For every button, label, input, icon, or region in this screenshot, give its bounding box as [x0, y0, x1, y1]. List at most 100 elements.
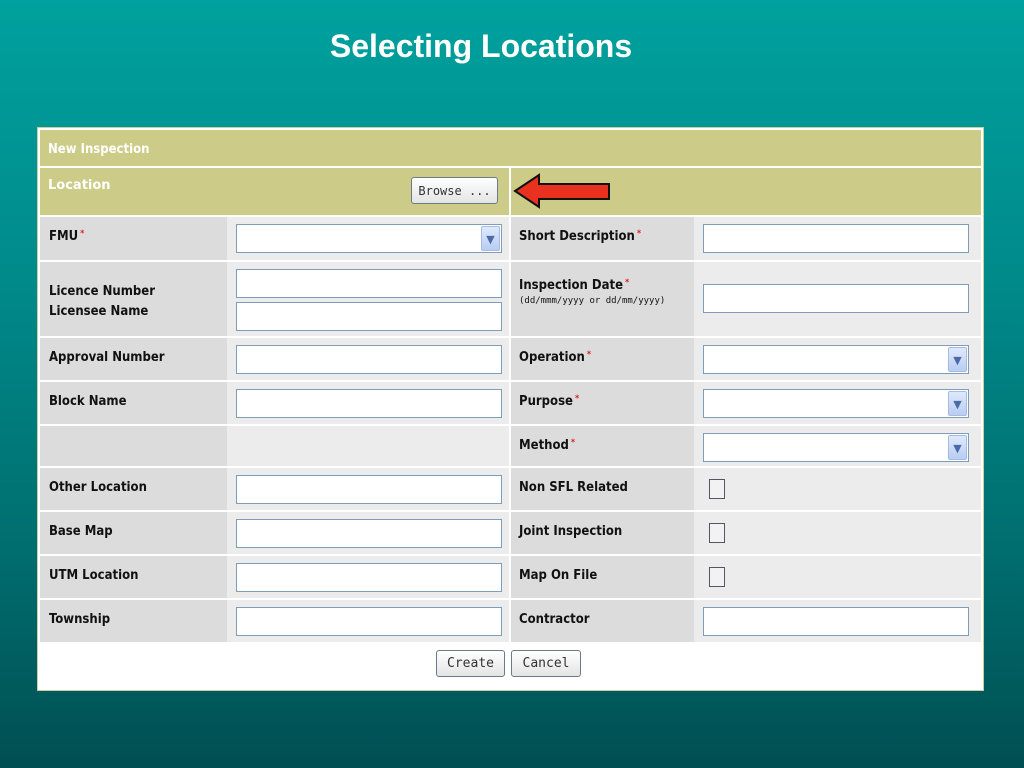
non-sfl-label-cell: Non SFL Related	[511, 468, 694, 510]
base-map-label-cell: Base Map	[40, 512, 227, 554]
non-sfl-related-checkbox[interactable]	[709, 479, 725, 499]
dropdown-arrow-icon[interactable]: ▼	[948, 435, 967, 460]
location-bar: Location Browse ...	[40, 168, 981, 217]
contractor-input[interactable]	[703, 607, 969, 636]
dropdown-arrow-icon[interactable]: ▼	[481, 226, 500, 251]
operation-label-cell: Operation *	[511, 338, 694, 380]
township-label: Township	[49, 612, 111, 627]
township-input-cell	[227, 600, 511, 642]
licence-number-input[interactable]	[236, 269, 502, 298]
fmu-input-cell: ▼	[227, 217, 511, 260]
fmu-label: FMU	[49, 229, 79, 244]
method-label: Method	[519, 438, 569, 453]
form-row-utm: UTM Location Map On File	[40, 556, 981, 600]
required-marker: *	[570, 438, 576, 448]
form-row-base-map: Base Map Joint Inspection	[40, 512, 981, 556]
location-label: Location	[48, 178, 111, 193]
purpose-label-cell: Purpose *	[511, 382, 694, 424]
form-row-block: Block Name Purpose * ▼	[40, 382, 981, 426]
other-location-label: Other Location	[49, 480, 147, 495]
new-inspection-form: New Inspection Location Browse ... FMU * …	[37, 127, 984, 691]
form-title-bar: New Inspection	[40, 130, 981, 168]
fmu-label-cell: FMU *	[40, 217, 227, 260]
required-marker: *	[586, 350, 592, 360]
joint-inspection-label: Joint Inspection	[519, 524, 623, 539]
base-map-input[interactable]	[236, 519, 502, 548]
non-sfl-input-cell	[694, 468, 981, 510]
inspection-date-input[interactable]	[703, 284, 969, 313]
approval-number-input-cell	[227, 338, 511, 380]
utm-location-input[interactable]	[236, 563, 502, 592]
form-row-fmu: FMU * ▼ Short Description *	[40, 217, 981, 262]
inspection-date-label: Inspection Date	[519, 278, 624, 293]
licence-label-cell: Licence Number Licensee Name	[40, 262, 227, 336]
utm-location-label: UTM Location	[49, 568, 139, 583]
operation-select[interactable]: ▼	[703, 345, 969, 374]
slide-title: Selecting Locations	[329, 28, 633, 64]
inspection-date-input-cell	[694, 262, 981, 336]
contractor-label-cell: Contractor	[511, 600, 694, 642]
date-format-hint: (dd/mmm/yyyy or dd/mm/yyyy)	[519, 296, 666, 306]
location-right-cell	[511, 168, 981, 215]
contractor-label: Contractor	[519, 612, 590, 627]
township-label-cell: Township	[40, 600, 227, 642]
contractor-input-cell	[694, 600, 981, 642]
inspection-date-label-cell: Inspection Date * (dd/mmm/yyyy or dd/mm/y…	[511, 262, 694, 336]
map-on-file-label-cell: Map On File	[511, 556, 694, 598]
purpose-select[interactable]: ▼	[703, 389, 969, 418]
required-marker: *	[574, 394, 580, 404]
method-input-cell: ▼	[694, 426, 981, 466]
form-footer: Create Cancel	[40, 644, 981, 689]
location-cell: Location Browse ...	[40, 168, 511, 215]
joint-inspection-input-cell	[694, 512, 981, 554]
form-row-other-location: Other Location Non SFL Related	[40, 468, 981, 512]
approval-number-label-cell: Approval Number	[40, 338, 227, 380]
operation-label: Operation	[519, 350, 585, 365]
map-on-file-checkbox[interactable]	[709, 567, 725, 587]
block-name-input[interactable]	[236, 389, 502, 418]
utm-location-label-cell: UTM Location	[40, 556, 227, 598]
block-name-label: Block Name	[49, 394, 127, 409]
fmu-select[interactable]: ▼	[236, 224, 502, 253]
base-map-label: Base Map	[49, 524, 113, 539]
purpose-input-cell: ▼	[694, 382, 981, 424]
other-location-input-cell	[227, 468, 511, 510]
form-row-township: Township Contractor	[40, 600, 981, 644]
dropdown-arrow-icon[interactable]: ▼	[948, 391, 967, 416]
short-description-label: Short Description	[519, 229, 635, 244]
create-button[interactable]: Create	[436, 650, 505, 677]
map-on-file-input-cell	[694, 556, 981, 598]
map-on-file-label: Map On File	[519, 568, 598, 583]
joint-inspection-label-cell: Joint Inspection	[511, 512, 694, 554]
licence-input-cell	[227, 262, 511, 336]
red-arrow-pointer	[513, 173, 610, 209]
base-map-input-cell	[227, 512, 511, 554]
form-row-approval: Approval Number Operation * ▼	[40, 338, 981, 382]
township-input[interactable]	[236, 607, 502, 636]
empty-label-cell	[40, 426, 227, 466]
method-select[interactable]: ▼	[703, 433, 969, 462]
purpose-label: Purpose	[519, 394, 573, 409]
short-description-input[interactable]	[703, 224, 969, 253]
browse-button[interactable]: Browse ...	[411, 177, 498, 204]
block-name-label-cell: Block Name	[40, 382, 227, 424]
form-title: New Inspection	[48, 142, 150, 157]
method-label-cell: Method *	[511, 426, 694, 466]
licensee-name-input[interactable]	[236, 302, 502, 331]
block-name-input-cell	[227, 382, 511, 424]
non-sfl-related-label: Non SFL Related	[519, 480, 628, 495]
licence-number-label: Licence Number	[49, 284, 155, 299]
approval-number-input[interactable]	[236, 345, 502, 374]
other-location-input[interactable]	[236, 475, 502, 504]
required-marker: *	[625, 278, 630, 288]
required-marker: *	[80, 229, 85, 239]
required-marker: *	[636, 229, 642, 239]
licensee-name-label: Licensee Name	[49, 304, 149, 319]
approval-number-label: Approval Number	[49, 350, 165, 365]
form-row-method: Method * ▼	[40, 426, 981, 468]
dropdown-arrow-icon[interactable]: ▼	[948, 347, 967, 372]
empty-input-cell	[227, 426, 511, 466]
short-description-label-cell: Short Description *	[511, 217, 694, 260]
cancel-button[interactable]: Cancel	[511, 650, 581, 677]
joint-inspection-checkbox[interactable]	[709, 523, 725, 543]
